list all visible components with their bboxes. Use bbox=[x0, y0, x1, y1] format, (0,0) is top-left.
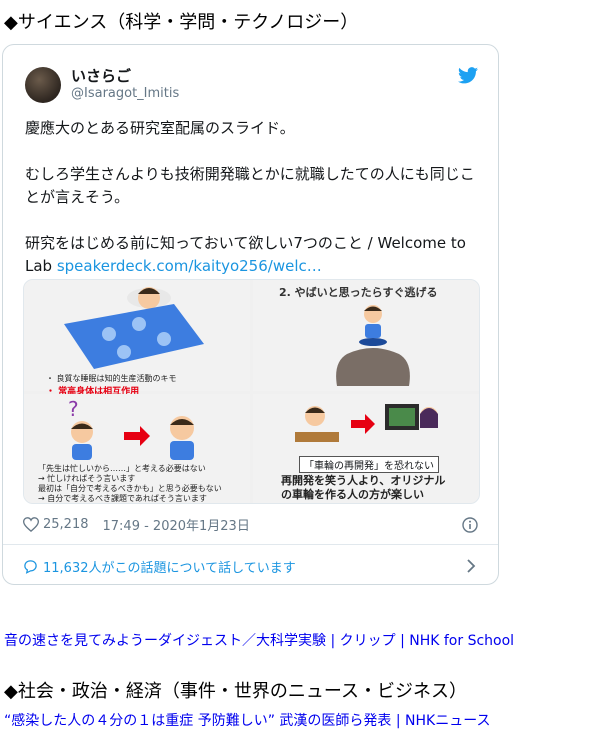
slide-text: 最初は「自分で考えるべきかも」と思う必要もない bbox=[38, 484, 222, 493]
slide-sleep: ・ 良質な睡眠は知的生産活動のキモ ・ 常高身体は相互作用 bbox=[24, 280, 250, 397]
conversation-text[interactable]: 11,632人がこの話題について話しています bbox=[43, 557, 296, 576]
author-name[interactable]: いさらご bbox=[71, 65, 131, 86]
science-section-title: ◆サイエンス（科学・学問・テクノロジー） bbox=[4, 12, 359, 33]
slide-escape: 2. やばいと思ったらすぐ逃げる bbox=[253, 280, 479, 391]
slide-title: 2. やばいと思ったらすぐ逃げる bbox=[279, 286, 438, 299]
info-icon[interactable] bbox=[462, 517, 478, 533]
svg-text:?: ? bbox=[68, 397, 79, 421]
society-article-link[interactable]: “感染した人の４分の１は重症 予防難しい” 武漢の医師ら発表 | NHKニュース bbox=[4, 710, 491, 730]
slide-text: の車輪を作る人の方が楽しい bbox=[281, 488, 424, 501]
tweet-text-line: むしろ学生さんよりも技術開発職とかに就職したての人にも同じことが言えそう。 bbox=[25, 165, 475, 206]
tweet-text-line: 慶應大のとある研究室配属のスライド。 bbox=[25, 119, 295, 137]
slide-text: → 自分で考えるべき課題であればそう言います bbox=[38, 494, 207, 503]
divider bbox=[3, 544, 498, 545]
society-section-title: ◆社会・政治・経済（事件・世界のニュース・ビジネス） bbox=[4, 681, 467, 702]
tweet-timestamp[interactable]: 17:49 - 2020年1月23日 bbox=[103, 515, 250, 534]
author-handle[interactable]: @Isaragot_Imitis bbox=[71, 86, 179, 101]
speech-bubble-icon bbox=[24, 560, 37, 574]
tweet-media-image[interactable]: ・ 良質な睡眠は知的生産活動のキモ ・ 常高身体は相互作用 2. やばいと思った… bbox=[23, 279, 480, 504]
slide-text: 再開発を笑う人より、オリジナル bbox=[281, 474, 446, 487]
tweet-link[interactable]: speakerdeck.com/kaityo256/welc… bbox=[57, 257, 322, 275]
slide-ask: ? 「先生は忙しいから……」と考える必要はない → 忙しければそう言います 最初… bbox=[24, 394, 250, 503]
chevron-right-icon[interactable] bbox=[466, 559, 476, 573]
embedded-tweet[interactable]: いさらご @Isaragot_Imitis 慶應大のとある研究室配属のスライド。… bbox=[2, 44, 499, 585]
avatar[interactable] bbox=[25, 67, 61, 103]
tweet-meta: 25,218 17:49 - 2020年1月23日 bbox=[23, 515, 250, 534]
twitter-bird-icon[interactable] bbox=[458, 67, 478, 84]
like-count[interactable]: 25,218 bbox=[43, 517, 89, 532]
slide-text: 「車輪の再開発」を恐れない bbox=[299, 456, 439, 473]
question-child-illustration: ? bbox=[68, 397, 194, 460]
slide-text: 「先生は忙しいから……」と考える必要はない bbox=[38, 464, 206, 473]
science-article-link[interactable]: 音の速さを見てみようーダイジェスト／大科学実験 | クリップ | NHK for… bbox=[4, 630, 514, 650]
slide-text: → 忙しければそう言います bbox=[38, 474, 136, 483]
slide-text: ・ 良質な睡眠は知的生産活動のキモ bbox=[46, 374, 177, 383]
sleeping-child-illustration bbox=[64, 287, 204, 369]
tweet-text: 慶應大のとある研究室配属のスライド。 むしろ学生さんよりも技術開発職とかに就職し… bbox=[25, 117, 485, 278]
desk-and-computer-illustration bbox=[295, 404, 438, 442]
conversation-link[interactable]: 11,632人がこの話題について話しています bbox=[23, 557, 296, 576]
slide-wheel: 「車輪の再開発」を恐れない 再開発を笑う人より、オリジナル の車輪を作る人の方が… bbox=[253, 394, 479, 503]
meditating-child-illustration bbox=[336, 305, 410, 386]
heart-icon[interactable] bbox=[23, 517, 39, 532]
